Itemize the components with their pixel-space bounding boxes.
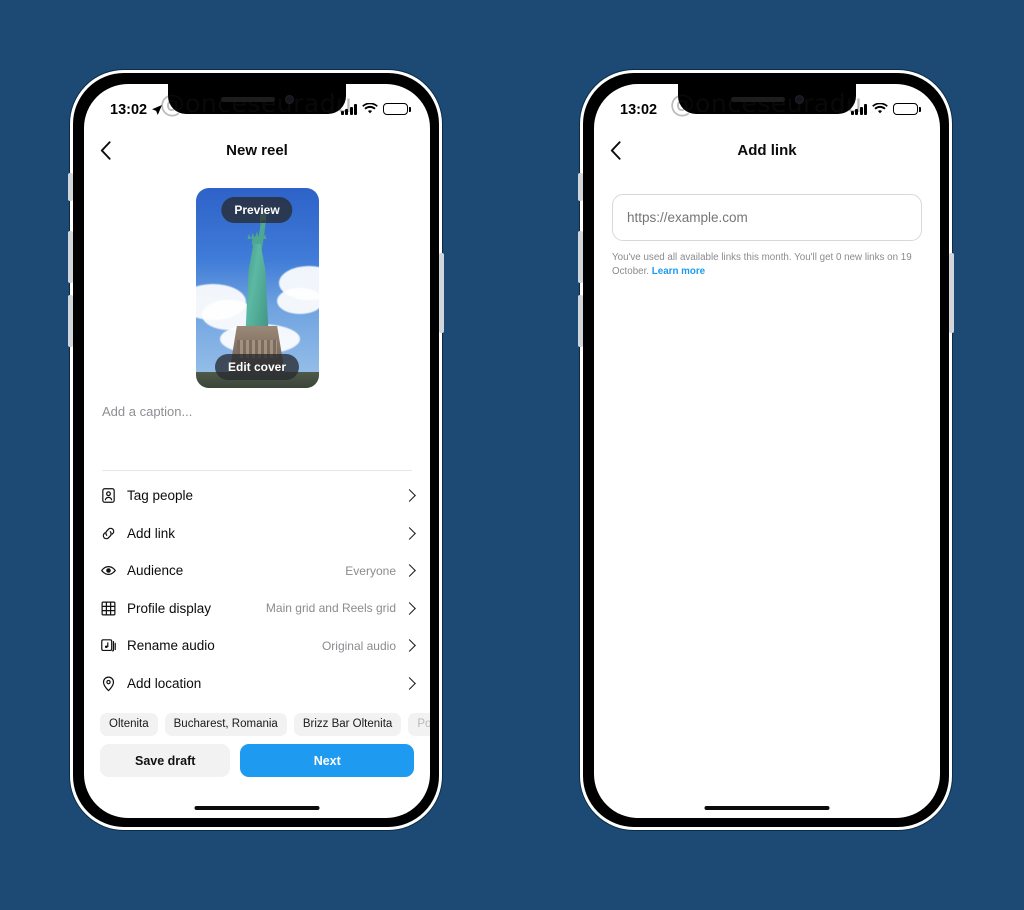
battery-low-power-icon: [893, 102, 921, 116]
audio-card-icon: [100, 637, 127, 654]
caption-placeholder: Add a caption...: [102, 404, 193, 419]
menu-item-value: Everyone: [345, 563, 396, 578]
notch: [678, 84, 856, 114]
menu-item-rename-audio[interactable]: Rename audio Original audio: [84, 627, 430, 665]
volume-up-button[interactable]: [578, 231, 583, 283]
earpiece-speaker-icon: [220, 96, 275, 102]
menu-item-label: Add link: [127, 525, 176, 541]
location-pin-icon: [100, 675, 127, 692]
learn-more-link[interactable]: Learn more: [652, 266, 705, 277]
menu-item-add-location[interactable]: Add location: [84, 665, 430, 703]
location-arrow-icon: [152, 105, 163, 115]
menu-item-tag-people[interactable]: Tag people: [84, 477, 430, 515]
chevron-right-icon: [403, 564, 416, 578]
menu-item-label: Audience: [127, 563, 184, 579]
earpiece-speaker-icon: [730, 96, 785, 102]
save-draft-button[interactable]: Save draft: [100, 744, 231, 777]
silent-switch[interactable]: [578, 173, 583, 201]
power-button[interactable]: [949, 253, 954, 333]
add-link-content: You've used all available links this mon…: [594, 172, 940, 818]
chevron-left-icon: [610, 140, 621, 160]
cover-thumbnail[interactable]: Preview Edit cover: [195, 188, 319, 388]
home-indicator[interactable]: [194, 805, 320, 810]
back-button[interactable]: [100, 135, 130, 165]
volume-up-button[interactable]: [68, 231, 73, 283]
phone-right-screen: 13:02 Add link https://example.com You'v…: [594, 84, 940, 818]
page-title: New reel: [226, 141, 288, 159]
page-title: Add link: [737, 141, 797, 159]
link-icon: [100, 525, 127, 542]
status-bar-time: 13:02: [620, 102, 658, 118]
location-chip[interactable]: Brizz Bar Oltenita: [293, 712, 402, 736]
menu-item-label: Rename audio: [127, 638, 215, 654]
phone-left-screen: 13:02 New reel Preview Edit cover Add a …: [84, 84, 430, 818]
chevron-right-icon: [403, 676, 416, 690]
location-suggestions[interactable]: Oltenita Bucharest, Romania Brizz Bar Ol…: [84, 702, 430, 738]
home-indicator[interactable]: [704, 805, 830, 810]
location-chip[interactable]: Bucharest, Romania: [164, 712, 287, 736]
menu-item-profile-display[interactable]: Profile display Main grid and Reels grid: [84, 590, 430, 628]
chevron-right-icon: [403, 601, 416, 615]
action-bar: Save draft Next: [84, 738, 430, 777]
audience-eye-icon: [100, 562, 127, 579]
location-chip[interactable]: Oltenita: [100, 712, 158, 736]
link-quota-note: You've used all available links this mon…: [612, 251, 922, 279]
location-chip[interactable]: Port: [408, 712, 430, 736]
wifi-icon: [362, 103, 378, 114]
volume-down-button[interactable]: [68, 295, 73, 347]
battery-low-power-icon: [383, 102, 411, 116]
menu-item-label: Profile display: [127, 600, 212, 616]
chevron-right-icon: [403, 526, 416, 540]
caption-input[interactable]: Add a caption...: [84, 404, 430, 470]
reel-composer-content: Preview Edit cover Add a caption... Tag …: [84, 172, 430, 818]
front-camera-icon: [794, 94, 804, 104]
preview-button[interactable]: Preview: [221, 197, 293, 223]
phone-right: 13:02 Add link https://example.com You'v…: [578, 70, 954, 830]
menu-item-value: Original audio: [321, 638, 396, 653]
next-button[interactable]: Next: [240, 744, 414, 777]
status-bar-time: 13:02: [110, 102, 148, 118]
nav-bar: Add link: [594, 128, 940, 172]
chevron-right-icon: [403, 489, 416, 503]
edit-cover-button[interactable]: Edit cover: [214, 354, 300, 380]
back-button[interactable]: [610, 135, 640, 165]
chevron-left-icon: [100, 140, 111, 160]
menu-item-audience[interactable]: Audience Everyone: [84, 552, 430, 590]
statue-body: [245, 244, 269, 330]
chevron-right-icon: [403, 639, 416, 653]
grid-icon: [100, 600, 127, 617]
silent-switch[interactable]: [68, 173, 73, 201]
tag-people-icon: [100, 487, 127, 504]
notch: [168, 84, 346, 114]
nav-bar: New reel: [84, 128, 430, 172]
menu-item-label: Tag people: [127, 488, 194, 504]
wifi-icon: [872, 103, 888, 114]
menu-item-label: Add location: [127, 675, 202, 691]
menu-item-add-link[interactable]: Add link: [84, 515, 430, 553]
phone-left: 13:02 New reel Preview Edit cover Add a …: [68, 70, 444, 830]
volume-down-button[interactable]: [578, 295, 583, 347]
options-list: Tag people Add link Audience Everyone Pr…: [84, 471, 430, 702]
link-url-input[interactable]: [612, 194, 922, 241]
front-camera-icon: [284, 94, 294, 104]
power-button[interactable]: [439, 253, 444, 333]
menu-item-value: Main grid and Reels grid: [265, 601, 396, 616]
